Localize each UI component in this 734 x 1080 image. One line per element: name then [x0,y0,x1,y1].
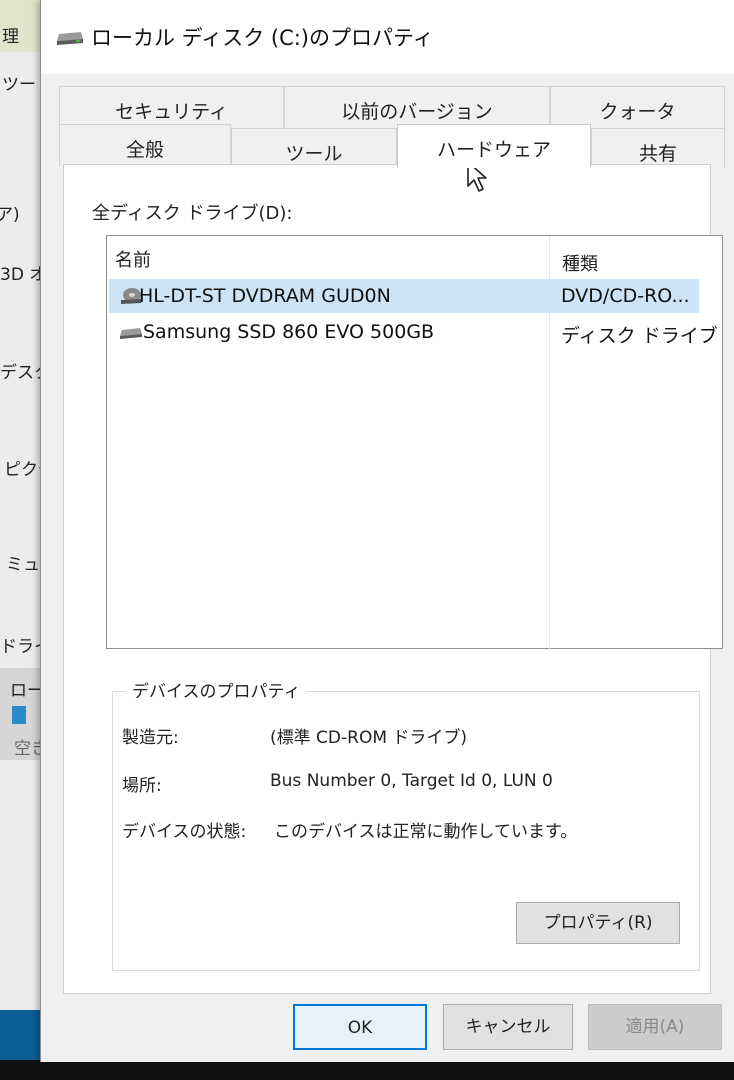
bg-ribbon-tools[interactable]: ツー [2,70,36,95]
manufacturer-label: 製造元: [122,728,179,748]
list-item[interactable]: Samsung SSD 860 EVO 500GB ディスク ドライブ [109,315,718,349]
device-status-label: デバイスの状態: [122,822,247,842]
bg-ribbon-manage[interactable]: 理 [2,22,19,47]
tab-hardware[interactable]: ハードウェア [397,124,591,168]
drive-type: DVD/CD-RO... [561,285,690,307]
drive-list[interactable]: 名前 種類 HL-DT-ST DVDRAM GUD0N DVD/CD-RO...… [106,235,723,650]
column-header-type[interactable]: 種類 [562,250,598,276]
manufacturer-value: (標準 CD-ROM ドライブ) [270,728,468,748]
tab-general[interactable]: 全般 [59,124,231,166]
tab-sharing[interactable]: 共有 [591,128,725,168]
bg-nav-item[interactable]: ア) [0,200,20,225]
title-bar[interactable]: ローカル ディスク (C:)のプロパティ [41,0,734,74]
taskbar-edge [0,1060,734,1080]
tab-security[interactable]: セキュリティ [59,86,284,128]
tab-quota[interactable]: クォータ [550,86,725,128]
bg-drive-usage-bar [12,706,26,724]
ok-button[interactable]: OK [293,1004,427,1050]
column-header-name[interactable]: 名前 [115,246,151,272]
dialog-title: ローカル ディスク (C:)のプロパティ [91,26,434,50]
drive-name: Samsung SSD 860 EVO 500GB [143,321,435,343]
apply-button[interactable]: 適用(A) [588,1004,722,1050]
tab-previous-versions[interactable]: 以前のバージョン [284,86,550,128]
device-properties-title: デバイスのプロパティ [126,677,307,702]
cancel-button[interactable]: キャンセル [443,1004,573,1050]
properties-button[interactable]: プロパティ(R) [516,902,680,944]
drive-icon [57,32,83,45]
drive-type: ディスク ドライブ [561,325,718,347]
disk-drive-icon [120,328,142,339]
location-value: Bus Number 0, Target Id 0, LUN 0 [270,771,553,791]
all-drives-label: 全ディスク ドライブ(D): [92,203,293,224]
hardware-tab-panel: 全ディスク ドライブ(D): 名前 種類 HL-DT-ST DVDRAM GUD… [63,164,723,994]
location-label: 場所: [122,776,162,796]
tab-tools[interactable]: ツール [231,128,397,168]
list-item[interactable]: HL-DT-ST DVDRAM GUD0N DVD/CD-RO... [109,279,699,313]
device-status-value: このデバイスは正常に動作しています。 [274,822,578,842]
properties-dialog: ローカル ディスク (C:)のプロパティ セキュリティ 以前のバージョン クォー… [40,0,734,1062]
drive-name: HL-DT-ST DVDRAM GUD0N [139,285,391,307]
